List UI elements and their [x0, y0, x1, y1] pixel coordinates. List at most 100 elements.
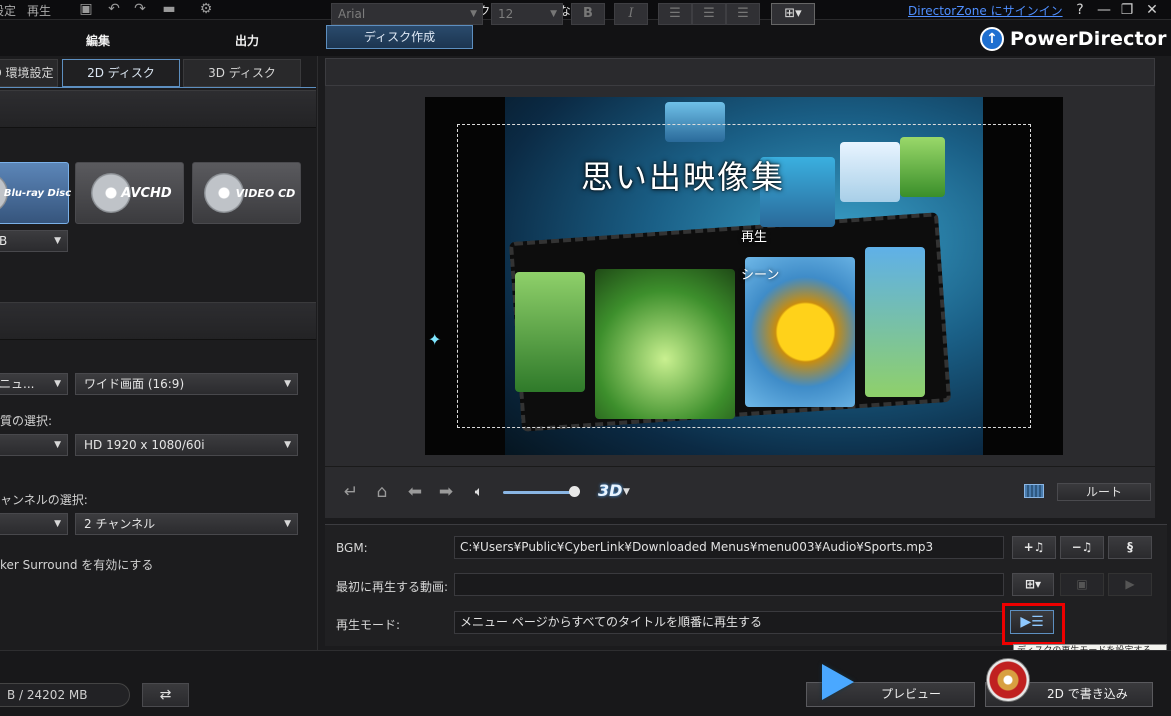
first-play-field[interactable] [454, 573, 1004, 596]
return-icon[interactable]: ↵ [340, 482, 362, 502]
next-icon[interactable]: ➡ [435, 482, 457, 502]
burn-disc-icon [986, 658, 1030, 702]
align-center-button[interactable]: ☰ [692, 3, 726, 25]
align-right-button[interactable]: ☰ [726, 3, 760, 25]
italic-button[interactable]: I [614, 3, 648, 25]
bgm-path-field[interactable]: C:¥Users¥Public¥CyberLink¥Downloaded Men… [454, 536, 1004, 559]
undo-icon[interactable]: ↶ [106, 1, 122, 17]
bold-button[interactable]: B [571, 3, 605, 25]
menu-settings[interactable]: 設定 [0, 2, 16, 19]
volume-icon[interactable]: 🔈︎ [468, 482, 490, 502]
menu-dropdown[interactable]: ニュ... ▼ [0, 373, 68, 395]
disc-space-indicator: B / 24202 MB [0, 683, 130, 707]
tab-edit[interactable]: 編集 [86, 32, 110, 49]
save-icon[interactable]: ▣ [78, 1, 94, 17]
home-icon[interactable]: ⌂ [371, 482, 393, 502]
tab-underline [0, 87, 316, 88]
menu-playback[interactable]: 再生 [27, 2, 51, 19]
channel-label: ャンネルの選択: [0, 493, 88, 507]
gear-icon[interactable]: ⚙ [198, 1, 214, 17]
remove-first-play-button[interactable]: ▣ [1060, 573, 1104, 596]
tab-2d-disc[interactable]: 2D ディスク [62, 59, 180, 87]
resolution-value: HD 1920 x 1080/60i [84, 438, 205, 452]
bgm-label: BGM: [336, 541, 368, 555]
chevron-down-icon[interactable]: ▼ [623, 487, 630, 497]
first-play-label: 最初に再生する動画: [336, 580, 449, 594]
font-size-dropdown[interactable]: 12 ▼ [491, 3, 563, 25]
screen-icon[interactable]: ▬ [158, 1, 180, 17]
align-center-icon: ☰ [703, 6, 715, 21]
quality-dropdown[interactable]: ▼ [0, 434, 68, 456]
capacity-value: B [0, 234, 8, 248]
surround-checkbox-label[interactable]: ker Surround を有効にする [0, 556, 153, 573]
menu-play-button[interactable]: 再生 [741, 226, 767, 245]
play-mode-field[interactable]: メニュー ページからすべてのタイトルを順番に再生する [454, 611, 1004, 634]
chevron-down-icon: ▼ [550, 9, 557, 19]
avchd-label: AVCHD [121, 185, 172, 201]
font-size-value: 12 [498, 7, 514, 21]
resolution-dropdown[interactable]: HD 1920 x 1080/60i ▼ [75, 434, 298, 456]
menu-scenes-button[interactable]: シーン [741, 264, 779, 283]
bluray-label: Blu-ray Disc [3, 187, 72, 199]
add-video-icon: ⊞▾ [1024, 577, 1042, 591]
align-left-icon: ☰ [669, 6, 681, 21]
capacity-dropdown[interactable]: B ▼ [0, 230, 68, 252]
audio-format-dropdown[interactable]: ▼ [0, 513, 68, 535]
minimize-button[interactable]: — [1094, 1, 1114, 19]
menu-title-text[interactable]: 思い出映像集 [581, 152, 785, 198]
brand-logo: ↑ PowerDirector [980, 27, 1167, 51]
font-dropdown[interactable]: Arial ▼ [331, 3, 483, 25]
text-format-toolbar [325, 58, 1155, 86]
add-music-button[interactable]: +♫ [1012, 536, 1056, 559]
avchd-button[interactable]: AVCHD [75, 162, 184, 224]
previous-icon[interactable]: ⬅ [404, 482, 426, 502]
remove-music-button[interactable]: −♫ [1060, 536, 1104, 559]
chevron-down-icon: ▼ [284, 519, 291, 529]
channel-dropdown[interactable]: 2 チャンネル ▼ [75, 513, 298, 535]
chevron-down-icon: ▼ [284, 379, 291, 389]
align-right-icon: ☰ [737, 6, 749, 21]
play-mode-label: 再生モード: [336, 618, 401, 632]
volume-slider-track[interactable] [503, 491, 575, 494]
redo-icon[interactable]: ↷ [132, 1, 148, 17]
film-strip-icon[interactable] [1024, 484, 1044, 498]
align-left-button[interactable]: ☰ [658, 3, 692, 25]
highlight-box [1002, 603, 1065, 645]
navigation-arrow-icon[interactable]: ✦ [428, 330, 441, 349]
music-settings-icon: § [1127, 540, 1133, 554]
tab-output[interactable]: 出力 [235, 32, 259, 49]
root-button[interactable]: ルート [1057, 483, 1151, 501]
section-header-disc [0, 90, 316, 128]
chevron-down-icon: ▼ [54, 519, 61, 529]
volume-slider-knob[interactable] [569, 486, 580, 497]
add-music-icon: +♫ [1023, 540, 1045, 554]
brand-name: PowerDirector [1010, 28, 1167, 50]
play-icon: ▶ [1125, 577, 1135, 591]
play-first-video-button[interactable]: ▶ [1108, 573, 1152, 596]
swap-button[interactable]: ⇄ [142, 683, 189, 707]
bluray-disc-button[interactable]: Blu-ray Disc [0, 162, 72, 224]
add-first-play-button[interactable]: ⊞▾ [1012, 573, 1054, 596]
chevron-down-icon: ▼ [54, 440, 61, 450]
channel-value: 2 チャンネル [84, 517, 156, 531]
section-header-menu [0, 302, 316, 340]
music-settings-button[interactable]: § [1108, 536, 1152, 559]
tab-3d-disc[interactable]: 3D ディスク [183, 59, 301, 87]
tab-disc-create[interactable]: ディスク作成 [326, 25, 473, 49]
chevron-down-icon: ▼ [284, 440, 291, 450]
quality-label: 質の選択: [0, 414, 53, 428]
tab-env-settings[interactable]: D 環境設定 [0, 59, 58, 87]
help-button[interactable]: ? [1070, 1, 1090, 19]
grid-dropdown-button[interactable]: ⊞▾ [771, 3, 815, 25]
chevron-down-icon: ▼ [54, 236, 61, 246]
font-value: Arial [338, 7, 366, 21]
video-cd-button[interactable]: VIDEO CD [192, 162, 301, 224]
close-button[interactable]: ✕ [1142, 1, 1162, 19]
aspect-ratio-dropdown[interactable]: ワイド画面 (16:9) ▼ [75, 373, 298, 395]
restore-button[interactable]: ❐ [1117, 1, 1137, 19]
upload-arrow-icon: ↑ [980, 27, 1004, 51]
menu-dropdown-value: ニュ... [0, 377, 35, 391]
directorzone-signin-link[interactable]: DirectorZone にサインイン [908, 2, 1063, 19]
3d-mode-button[interactable]: 3D [598, 481, 622, 500]
swap-arrows-icon: ⇄ [159, 687, 172, 703]
